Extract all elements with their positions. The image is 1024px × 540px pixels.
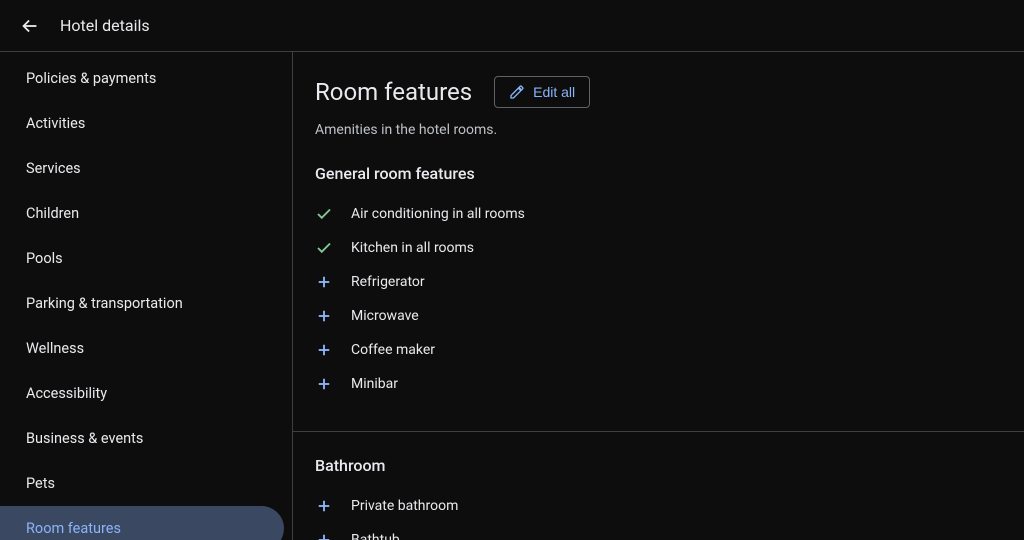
sidebar-item[interactable]: Activities xyxy=(0,101,284,146)
back-button[interactable] xyxy=(18,14,42,38)
edit-all-button[interactable]: Edit all xyxy=(494,76,590,108)
plus-icon xyxy=(315,497,333,515)
status-add-icon[interactable] xyxy=(315,341,333,359)
sidebar-item-label: Parking & transportation xyxy=(26,295,183,312)
feature-label: Refrigerator xyxy=(351,274,425,290)
status-add-icon[interactable] xyxy=(315,497,333,515)
status-add-icon[interactable] xyxy=(315,531,333,540)
feature-label: Minibar xyxy=(351,376,398,392)
sidebar-item[interactable]: Room features xyxy=(0,506,284,540)
feature-row: Minibar xyxy=(315,367,1024,401)
check-icon xyxy=(315,205,333,223)
feature-row: Air conditioning in all rooms xyxy=(315,197,1024,231)
feature-row: Bathtub xyxy=(315,523,1024,540)
sidebar: Policies & payments Activities Services Chi… xyxy=(0,52,293,540)
sidebar-item-label: Pools xyxy=(26,250,63,267)
section-title: Bathroom xyxy=(315,456,1024,475)
layout: Policies & payments Activities Services Chi… xyxy=(0,52,1024,540)
feature-row: Coffee maker xyxy=(315,333,1024,367)
plus-icon xyxy=(315,341,333,359)
sidebar-item[interactable]: Services xyxy=(0,146,284,191)
check-icon xyxy=(315,239,333,257)
plus-icon xyxy=(315,307,333,325)
feature-label: Bathtub xyxy=(351,532,400,540)
feature-row: Kitchen in all rooms xyxy=(315,231,1024,265)
status-add-icon[interactable] xyxy=(315,375,333,393)
section: General room features Air conditioning in… xyxy=(293,138,1024,421)
sidebar-item[interactable]: Business & events xyxy=(0,416,284,461)
sidebar-item-label: Accessibility xyxy=(26,385,107,402)
section: BathroomPrivate bathroomBathtubShower xyxy=(293,456,1024,540)
sidebar-item-label: Services xyxy=(26,160,81,177)
sidebar-item-label: Room features xyxy=(26,520,121,537)
sidebar-item[interactable]: Children xyxy=(0,191,284,236)
page-title: Room features xyxy=(315,78,472,106)
edit-all-label: Edit all xyxy=(533,84,575,100)
sections-container: General room features Air conditioning in… xyxy=(293,138,1024,540)
arrow-left-icon xyxy=(19,15,41,37)
feature-label: Air conditioning in all rooms xyxy=(351,206,525,222)
sidebar-item[interactable]: Wellness xyxy=(0,326,284,371)
sidebar-item[interactable]: Accessibility xyxy=(0,371,284,416)
sidebar-item[interactable]: Pets xyxy=(0,461,284,506)
plus-icon xyxy=(315,531,333,540)
sidebar-item-label: Wellness xyxy=(26,340,84,357)
feature-label: Microwave xyxy=(351,308,419,324)
feature-row: Private bathroom xyxy=(315,489,1024,523)
feature-row: Microwave xyxy=(315,299,1024,333)
sidebar-item[interactable]: Pools xyxy=(0,236,284,281)
sidebar-item-label: Policies & payments xyxy=(26,70,156,87)
sidebar-item[interactable]: Policies & payments xyxy=(0,56,284,101)
status-enabled-icon xyxy=(315,205,333,223)
feature-label: Kitchen in all rooms xyxy=(351,240,474,256)
main: Room features Edit all Amenities in the … xyxy=(293,52,1024,540)
status-enabled-icon xyxy=(315,239,333,257)
status-add-icon[interactable] xyxy=(315,307,333,325)
main-header-row: Room features Edit all xyxy=(293,52,1024,116)
header-title: Hotel details xyxy=(60,16,150,35)
header: Hotel details xyxy=(0,0,1024,52)
page-subtitle: Amenities in the hotel rooms. xyxy=(293,116,1024,138)
section-divider xyxy=(293,431,1024,432)
plus-icon xyxy=(315,273,333,291)
sidebar-item-label: Business & events xyxy=(26,430,143,447)
feature-label: Private bathroom xyxy=(351,498,458,514)
section-title: General room features xyxy=(315,164,1024,183)
sidebar-item-label: Activities xyxy=(26,115,85,132)
feature-label: Coffee maker xyxy=(351,342,435,358)
status-add-icon[interactable] xyxy=(315,273,333,291)
plus-icon xyxy=(315,375,333,393)
feature-row: Refrigerator xyxy=(315,265,1024,299)
sidebar-item[interactable]: Parking & transportation xyxy=(0,281,284,326)
sidebar-item-label: Pets xyxy=(26,475,55,492)
sidebar-item-label: Children xyxy=(26,205,79,222)
pencil-icon xyxy=(509,84,525,100)
